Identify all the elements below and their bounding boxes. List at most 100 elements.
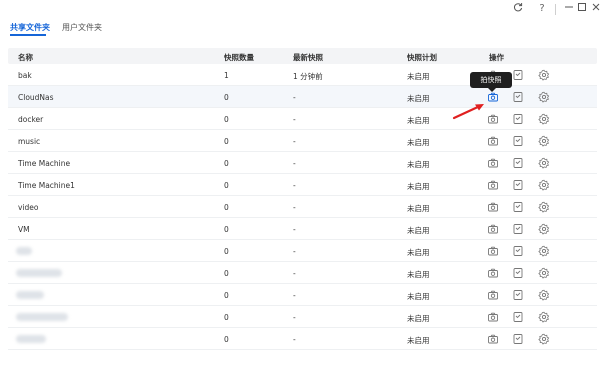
table-row: 0 - 未启用 [8, 240, 597, 262]
snapshot-count: 0 [224, 313, 229, 322]
camera-icon[interactable] [487, 311, 499, 323]
camera-icon[interactable] [487, 223, 499, 235]
table-row: 0 - 未启用 [8, 262, 597, 284]
take-snapshot-tooltip: 拍快照 [470, 72, 512, 92]
table-row: 0 - 未启用 [8, 284, 597, 306]
snapshot-list-icon[interactable] [512, 267, 524, 279]
redacted-folder-name [16, 335, 46, 343]
snapshot-list-icon[interactable] [512, 223, 524, 235]
latest-snapshot: - [293, 137, 296, 146]
latest-snapshot: - [293, 225, 296, 234]
table-row: VM 0 - 未启用 [8, 218, 597, 240]
tab-user-folders[interactable]: 用户文件夹 [62, 22, 102, 33]
settings-icon[interactable] [538, 201, 550, 213]
settings-icon[interactable] [538, 135, 550, 147]
latest-snapshot: - [293, 93, 296, 102]
maximize-icon[interactable] [575, 2, 589, 16]
snapshot-plan: 未启用 [407, 314, 430, 323]
refresh-icon[interactable] [511, 2, 525, 16]
snapshot-count: 0 [224, 181, 229, 190]
snapshot-plan: 未启用 [407, 292, 430, 301]
snapshot-list-icon[interactable] [512, 179, 524, 191]
settings-icon[interactable] [538, 267, 550, 279]
redacted-folder-name [16, 269, 62, 277]
snapshot-list-icon[interactable] [512, 69, 524, 81]
settings-icon[interactable] [538, 69, 550, 81]
settings-icon[interactable] [538, 157, 550, 169]
table-row: docker 0 - 未启用 [8, 108, 597, 130]
snapshot-list-icon[interactable] [512, 113, 524, 125]
snapshot-table: 名称 快照数量 最新快照 快照计划 操作 bak 1 1 分钟前 未启用 CloudNa… [8, 48, 597, 350]
camera-icon[interactable] [487, 179, 499, 191]
camera-icon[interactable] [487, 267, 499, 279]
snapshot-plan: 未启用 [407, 248, 430, 257]
header-actions: 操作 [489, 53, 504, 62]
latest-snapshot: 1 分钟前 [293, 72, 323, 81]
snapshot-count: 1 [224, 71, 229, 80]
snapshot-list-icon[interactable] [512, 311, 524, 323]
snapshot-count: 0 [224, 335, 229, 344]
snapshot-plan: 未启用 [407, 182, 430, 191]
snapshot-count: 0 [224, 225, 229, 234]
settings-icon[interactable] [538, 245, 550, 257]
snapshot-list-icon[interactable] [512, 91, 524, 103]
snapshot-list-icon[interactable] [512, 157, 524, 169]
camera-icon[interactable] [487, 201, 499, 213]
latest-snapshot: - [293, 181, 296, 190]
snapshot-list-icon[interactable] [512, 245, 524, 257]
settings-icon[interactable] [538, 333, 550, 345]
camera-icon[interactable] [487, 289, 499, 301]
table-row: Time Machine1 0 - 未启用 [8, 174, 597, 196]
table-header: 名称 快照数量 最新快照 快照计划 操作 [8, 48, 597, 64]
snapshot-plan: 未启用 [407, 270, 430, 279]
snapshot-list-icon[interactable] [512, 289, 524, 301]
folder-name: CloudNas [18, 93, 54, 102]
table-row: video 0 - 未启用 [8, 196, 597, 218]
snapshot-count: 0 [224, 137, 229, 146]
header-name: 名称 [18, 53, 33, 62]
tab-shared-folders[interactable]: 共享文件夹 [10, 22, 50, 33]
camera-icon[interactable] [487, 245, 499, 257]
window-titlebar: ? [0, 0, 605, 20]
folder-name: bak [18, 71, 32, 80]
snapshot-list-icon[interactable] [512, 201, 524, 213]
snapshot-plan: 未启用 [407, 204, 430, 213]
table-row: 0 - 未启用 [8, 328, 597, 350]
redacted-folder-name [16, 313, 68, 321]
settings-icon[interactable] [538, 179, 550, 191]
settings-icon[interactable] [538, 91, 550, 103]
active-tab-indicator [10, 34, 46, 36]
camera-icon[interactable] [487, 135, 499, 147]
snapshot-count: 0 [224, 93, 229, 102]
folder-name: VM [18, 225, 30, 234]
camera-icon[interactable] [487, 333, 499, 345]
latest-snapshot: - [293, 203, 296, 212]
snapshot-plan: 未启用 [407, 160, 430, 169]
snapshot-plan: 未启用 [407, 72, 430, 81]
folder-name: video [18, 203, 39, 212]
settings-icon[interactable] [538, 113, 550, 125]
redacted-folder-name [16, 247, 32, 255]
settings-icon[interactable] [538, 223, 550, 235]
folder-name: docker [18, 115, 44, 124]
help-button[interactable]: ? [535, 2, 549, 16]
header-latest: 最新快照 [293, 53, 323, 62]
header-count: 快照数量 [224, 53, 254, 62]
minimize-icon[interactable] [562, 2, 576, 16]
settings-icon[interactable] [538, 311, 550, 323]
table-row: 0 - 未启用 [8, 306, 597, 328]
folder-name: Time Machine [18, 159, 71, 168]
latest-snapshot: - [293, 115, 296, 124]
snapshot-list-icon[interactable] [512, 135, 524, 147]
latest-snapshot: - [293, 291, 296, 300]
snapshot-list-icon[interactable] [512, 333, 524, 345]
titlebar-divider [555, 4, 556, 15]
close-icon[interactable] [589, 2, 603, 16]
header-plan: 快照计划 [407, 53, 437, 62]
annotation-arrow [452, 104, 484, 120]
latest-snapshot: - [293, 247, 296, 256]
camera-icon[interactable] [487, 157, 499, 169]
folder-name: music [18, 137, 41, 146]
snapshot-count: 0 [224, 291, 229, 300]
settings-icon[interactable] [538, 289, 550, 301]
